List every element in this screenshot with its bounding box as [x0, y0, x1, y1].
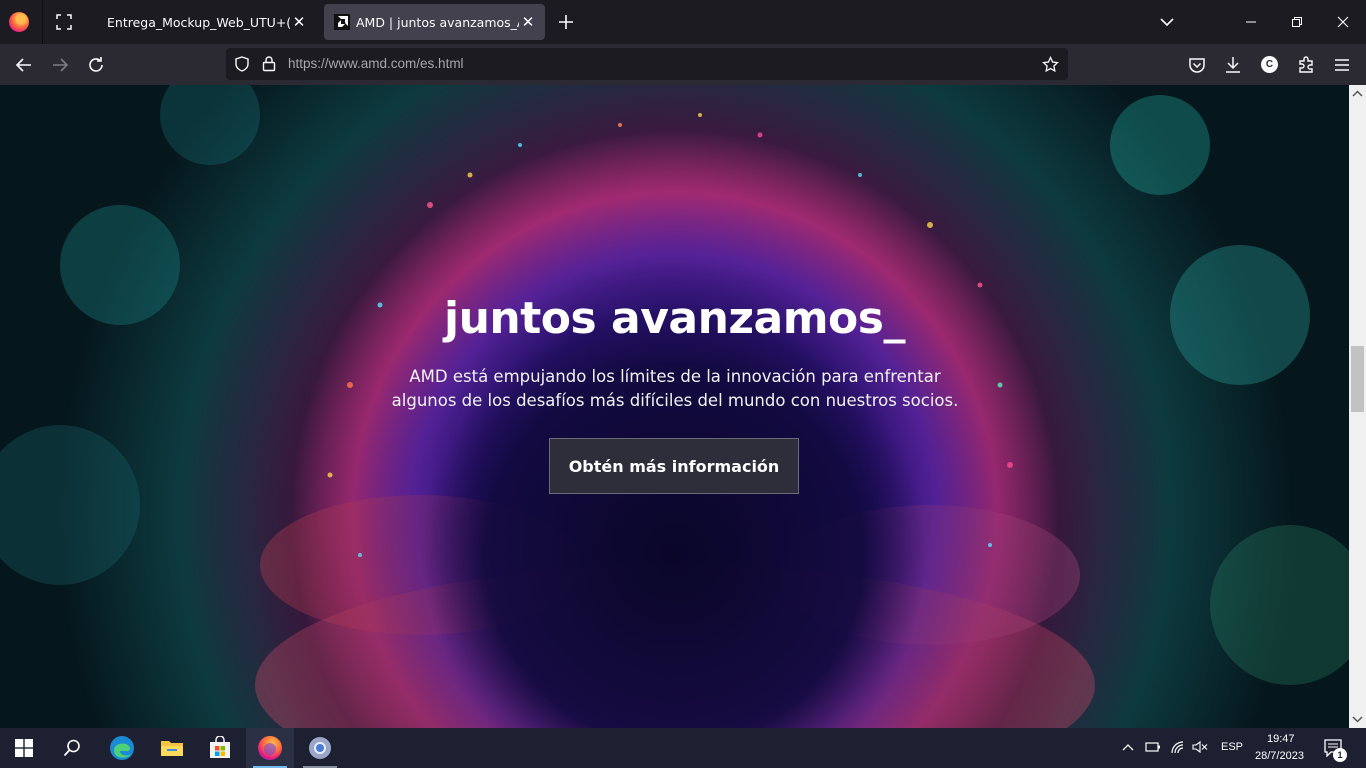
- taskbar-chrome-app[interactable]: [296, 728, 344, 768]
- restore-icon: [1292, 17, 1302, 27]
- windows-logo-icon: [15, 739, 33, 757]
- tab-close-icon[interactable]: ✕: [519, 13, 537, 31]
- url-path: /es.html: [416, 56, 464, 71]
- amd-favicon-icon: [334, 14, 350, 30]
- taskbar-firefox[interactable]: [246, 728, 294, 768]
- edge-icon: [110, 736, 134, 760]
- search-icon: [63, 739, 80, 757]
- navigation-toolbar: https://www.amd.com/es.html C: [0, 44, 1366, 85]
- input-language-indicator[interactable]: ESP: [1221, 741, 1243, 753]
- start-button[interactable]: [0, 728, 48, 768]
- tab-pdf[interactable]: Entrega_Mockup_Web_UTU+(1).pdf ✕: [92, 4, 316, 40]
- tab-close-icon[interactable]: ✕: [290, 13, 308, 31]
- notification-count-badge: 1: [1333, 748, 1347, 762]
- url-host: https://www.amd.com: [288, 56, 417, 71]
- back-arrow-icon[interactable]: [15, 56, 33, 74]
- tab-strip: Entrega_Mockup_Web_UTU+(1).pdf ✕ AMD | j…: [0, 0, 1366, 44]
- lock-icon[interactable]: [261, 55, 277, 72]
- pocket-icon[interactable]: [1188, 56, 1206, 74]
- clock-date[interactable]: 28/7/2023: [1255, 750, 1304, 762]
- scroll-up-arrow-icon[interactable]: [1352, 88, 1363, 99]
- show-hidden-icons-chevron-icon[interactable]: [1122, 742, 1134, 752]
- minimize-icon: [1246, 21, 1256, 23]
- url-bar[interactable]: https://www.amd.com/es.html: [226, 48, 1068, 80]
- menu-hamburger-icon[interactable]: [1333, 56, 1351, 74]
- taskbar-microsoft-store[interactable]: [196, 728, 244, 768]
- scroll-down-arrow-icon[interactable]: [1352, 714, 1363, 725]
- url-text[interactable]: https://www.amd.com/es.html: [288, 56, 464, 71]
- firefox-view-icon[interactable]: [56, 14, 72, 30]
- page-scrollbar[interactable]: [1349, 85, 1366, 728]
- forward-arrow-icon[interactable]: [51, 56, 69, 74]
- tab-title: Entrega_Mockup_Web_UTU+(1).pdf: [107, 14, 290, 30]
- restore-button[interactable]: [1274, 0, 1320, 44]
- web-page-viewport: juntos avanzamos_ AMD está empujando los…: [0, 85, 1349, 728]
- wifi-icon[interactable]: [1170, 740, 1186, 754]
- search-button[interactable]: [48, 728, 96, 768]
- list-all-tabs-chevron-icon[interactable]: [1159, 14, 1175, 30]
- hero-title: juntos avanzamos_: [444, 293, 905, 344]
- taskbar-edge[interactable]: [98, 728, 146, 768]
- bookmark-star-icon[interactable]: [1042, 56, 1059, 73]
- hero-subtitle: AMD está empujando los límites de la inn…: [391, 367, 959, 410]
- volume-muted-icon[interactable]: [1192, 740, 1208, 754]
- extensions-puzzle-icon[interactable]: [1297, 56, 1315, 74]
- tab-amd[interactable]: AMD | juntos avanzamos_AI ✕: [324, 4, 545, 40]
- windows-taskbar: ESP 19:47 28/7/2023 1: [0, 728, 1366, 768]
- tab-title: AMD | juntos avanzamos_AI: [356, 14, 519, 30]
- taskbar-file-explorer[interactable]: [148, 728, 196, 768]
- tracking-shield-icon[interactable]: [234, 56, 250, 72]
- new-tab-icon[interactable]: [557, 13, 575, 31]
- close-icon: [1337, 16, 1349, 28]
- account-avatar-icon[interactable]: C: [1261, 56, 1278, 73]
- close-window-button[interactable]: [1320, 0, 1366, 44]
- chrome-app-icon: [309, 737, 331, 759]
- minimize-button[interactable]: [1228, 0, 1274, 44]
- scrollbar-thumb[interactable]: [1351, 346, 1364, 412]
- firefox-icon: [258, 736, 282, 760]
- reload-icon[interactable]: [87, 56, 105, 74]
- tab-strip-divider: [42, 0, 43, 44]
- downloads-icon[interactable]: [1224, 56, 1242, 74]
- battery-icon[interactable]: [1145, 741, 1161, 753]
- firefox-logo-icon[interactable]: [9, 12, 29, 32]
- learn-more-button[interactable]: Obtén más información: [549, 438, 799, 494]
- folder-icon: [161, 741, 183, 756]
- clock-time[interactable]: 19:47: [1267, 733, 1295, 745]
- store-icon: [210, 736, 230, 758]
